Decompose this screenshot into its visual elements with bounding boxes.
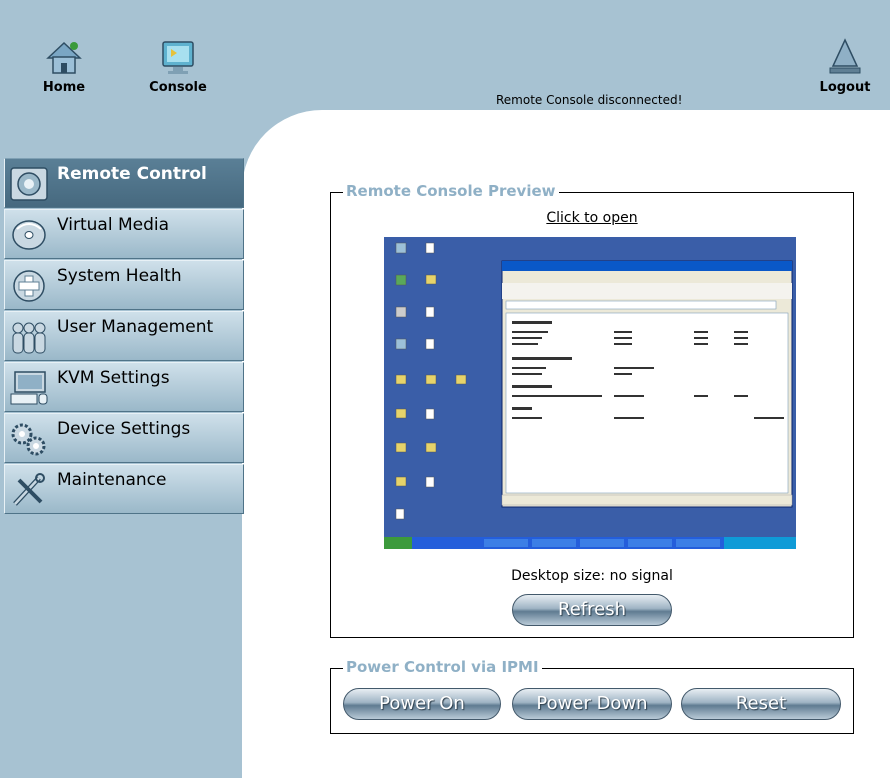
refresh-button[interactable]: Refresh: [512, 594, 672, 626]
sidebar-item-label: Device Settings: [57, 419, 191, 439]
tools-icon: [13, 473, 45, 506]
home-label: Home: [42, 80, 86, 95]
desktop-size-text: Desktop size: no signal: [511, 568, 673, 584]
console-button[interactable]: Console: [143, 38, 213, 95]
status-message: Remote Console disconnected!: [496, 93, 683, 107]
sidebar-nav: Remote Control Virtual Media System Heal…: [4, 158, 244, 515]
health-cross-icon: [13, 270, 45, 302]
console-label: Console: [149, 80, 207, 95]
gears-icon: [11, 423, 46, 456]
explorer-window: [501, 260, 793, 508]
sidebar-item-device-settings[interactable]: Device Settings: [4, 413, 244, 463]
sidebar-item-virtual-media[interactable]: Virtual Media: [4, 209, 244, 259]
sidebar-item-label: KVM Settings: [57, 368, 170, 388]
logout-button[interactable]: Logout: [810, 38, 880, 95]
sidebar-item-system-health[interactable]: System Health: [4, 260, 244, 310]
home-button[interactable]: Home: [29, 38, 99, 95]
power-down-button[interactable]: Power Down: [512, 688, 672, 720]
preview-legend: Remote Console Preview: [343, 182, 559, 200]
remote-console-preview-panel: Remote Console Preview Click to open Des…: [330, 182, 854, 638]
sidebar-item-label: Remote Control: [57, 164, 207, 184]
power-control-panel: Power Control via IPMI Power On Power Do…: [330, 658, 854, 734]
sidebar-item-remote-control[interactable]: Remote Control: [4, 158, 244, 208]
reset-button[interactable]: Reset: [681, 688, 841, 720]
remote-desktop-thumbnail[interactable]: [384, 237, 796, 549]
disc-icon: [12, 220, 46, 250]
users-icon: [12, 322, 46, 354]
logout-icon: [829, 38, 861, 74]
sidebar-item-label: Virtual Media: [57, 215, 170, 235]
console-icon: [162, 41, 194, 74]
top-toolbar: Home Console Remote Console disconnected…: [0, 0, 890, 120]
sidebar-item-label: User Management: [57, 317, 214, 337]
sidebar-item-kvm-settings[interactable]: KVM Settings: [4, 362, 244, 412]
power-on-button[interactable]: Power On: [343, 688, 501, 720]
sidebar-item-label: System Health: [57, 266, 182, 286]
sidebar-item-user-management[interactable]: User Management: [4, 311, 244, 361]
logout-label: Logout: [819, 80, 871, 95]
sidebar-item-label: Maintenance: [57, 470, 167, 490]
keyboard-monitor-icon: [10, 371, 48, 405]
sidebar-item-maintenance[interactable]: Maintenance: [4, 464, 244, 514]
remote-control-icon: [10, 167, 48, 201]
click-to-open-link[interactable]: Click to open: [331, 210, 853, 226]
power-legend: Power Control via IPMI: [343, 658, 542, 676]
home-icon: [46, 41, 82, 74]
